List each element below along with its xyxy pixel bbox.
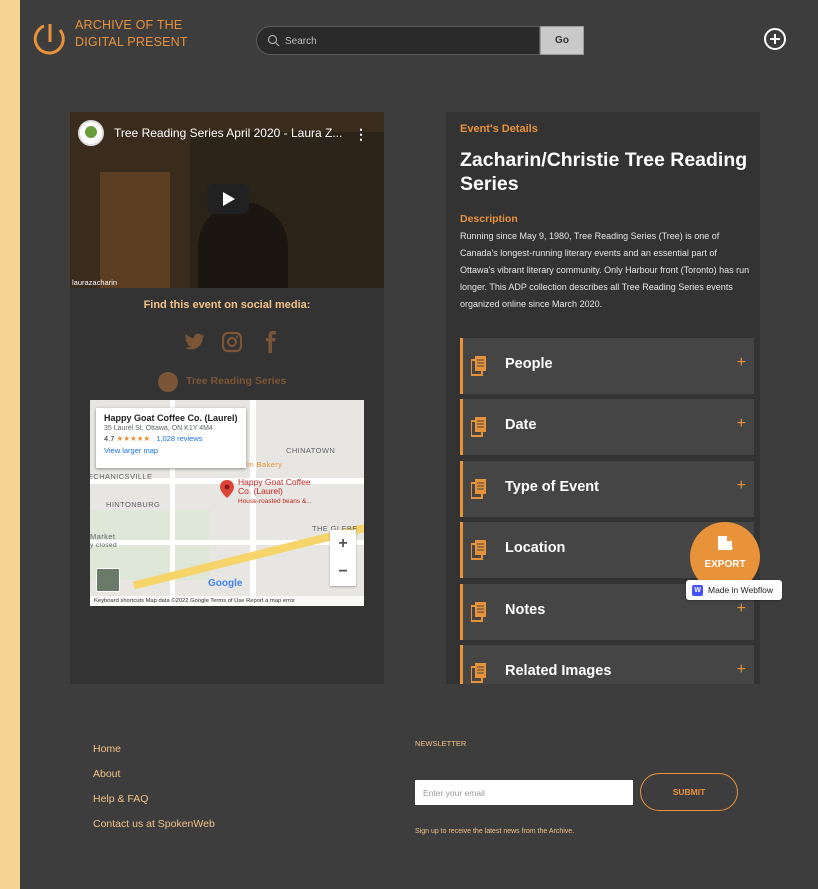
map-pin-label-line-2: Co. (Laurel) (238, 486, 283, 496)
site-logo[interactable]: ARCHIVE OF THE DIGITAL PRESENT (30, 14, 200, 58)
footer-link-contact[interactable]: Contact us at SpokenWeb (93, 818, 215, 830)
export-file-icon (718, 536, 734, 551)
map-label-closed: y closed (90, 542, 118, 549)
video-username: laurazacharin (72, 278, 118, 287)
copy-icon (471, 417, 486, 437)
go-button[interactable]: Go (540, 26, 584, 55)
organizer-name: Tree Reading Series (186, 375, 287, 387)
zoom-in-button[interactable]: + (330, 530, 356, 558)
accordion-label: People (505, 356, 553, 372)
logo-text: ARCHIVE OF THE DIGITAL PRESENT (75, 17, 188, 51)
accordion-people[interactable]: People + (460, 338, 754, 394)
copy-icon (471, 356, 486, 376)
video-title[interactable]: Tree Reading Series April 2020 - Laura Z… (114, 126, 342, 140)
search-bar: Go (256, 26, 584, 55)
made-in-webflow-badge[interactable]: W Made in Webflow (686, 580, 782, 600)
logo-mark-icon (33, 24, 65, 55)
footer-link-help-faq[interactable]: Help & FAQ (93, 793, 148, 805)
plus-circle-icon[interactable] (764, 28, 786, 50)
map-view-larger-link[interactable]: View larger map (104, 446, 238, 455)
copy-icon (471, 479, 486, 499)
footer-link-home[interactable]: Home (93, 743, 121, 755)
search-icon (267, 34, 280, 47)
instagram-icon[interactable] (220, 330, 244, 354)
map-info-card: Happy Goat Coffee Co. (Laurel) 35 Laurel… (96, 408, 246, 468)
webflow-logo-icon: W (692, 585, 703, 596)
accordion-label: Type of Event (505, 479, 599, 495)
accordion-type-of-event[interactable]: Type of Event + (460, 461, 754, 517)
video-player[interactable]: Tree Reading Series April 2020 - Laura Z… (70, 112, 384, 288)
accordion-label: Date (505, 417, 537, 433)
video-menu-icon[interactable]: ⋮ (354, 126, 368, 143)
map-reviews-link[interactable]: 1,028 reviews (156, 434, 202, 443)
expand-plus-icon[interactable]: + (737, 600, 746, 618)
accordion-label: Related Images (505, 663, 612, 679)
expand-plus-icon[interactable]: + (737, 477, 746, 495)
media-panel: Tree Reading Series April 2020 - Laura Z… (70, 112, 384, 684)
map-label-hintonburg: HINTONBURG (106, 500, 161, 509)
video-bookshelf (100, 172, 170, 288)
map-label-bakery: s-In Bakery (240, 460, 283, 469)
description-label: Description (460, 213, 518, 225)
zoom-out-button[interactable]: − (330, 558, 356, 586)
map-pin-subtitle: House-roasted beans &... (238, 498, 312, 505)
map-rating-stars: ★★★★★ (116, 434, 151, 443)
channel-avatar[interactable] (78, 120, 104, 146)
map-label-mechanicsville: ECHANICSVILLE (90, 472, 153, 481)
logo-line-1: ARCHIVE OF THE (75, 18, 183, 32)
expand-plus-icon[interactable]: + (737, 354, 746, 372)
logo-line-2: DIGITAL PRESENT (75, 35, 188, 49)
organizer-icon (158, 372, 178, 392)
organizer-link[interactable]: Tree Reading Series (158, 370, 318, 392)
expand-plus-icon[interactable]: + (737, 661, 746, 679)
location-map[interactable]: CHINATOWN ECHANICSVILLE HINTONBURG THE G… (90, 400, 364, 606)
event-title: Zacharin/Christie Tree Reading Series (460, 149, 748, 195)
page: ARCHIVE OF THE DIGITAL PRESENT Go Tree R… (20, 0, 818, 889)
copy-icon (471, 602, 486, 622)
copy-icon (471, 663, 486, 683)
google-logo: Google (208, 578, 243, 589)
map-zoom-control: + − (330, 530, 356, 586)
video-person (198, 202, 288, 288)
play-button[interactable] (207, 184, 249, 214)
accordion-label: Notes (505, 602, 546, 618)
export-label: EXPORT (704, 559, 746, 570)
copy-icon (471, 540, 486, 560)
expand-plus-icon[interactable]: + (737, 415, 746, 433)
footer-link-about[interactable]: About (93, 768, 120, 780)
map-footer[interactable]: Keyboard shortcuts Map data ©2022 Google… (90, 596, 364, 606)
accordion-label: Location (505, 540, 566, 556)
accordion-date[interactable]: Date + (460, 399, 754, 455)
newsletter-email-input[interactable] (415, 780, 633, 805)
webflow-label: Made in Webflow (708, 585, 774, 595)
twitter-icon[interactable] (182, 330, 206, 354)
social-icons (182, 330, 282, 356)
map-label-chinatown: CHINATOWN (286, 446, 336, 455)
map-satellite-toggle[interactable] (96, 568, 120, 592)
newsletter-submit-button[interactable]: SUBMIT (640, 773, 738, 811)
map-place-address: 35 Laurel St, Ottawa, ON K1Y 4M4 (104, 425, 213, 432)
newsletter-note: Sign up to receive the latest news from … (415, 828, 575, 835)
map-label-market: Market (90, 532, 116, 541)
facebook-icon[interactable] (258, 330, 282, 354)
search-box (256, 26, 540, 55)
search-input[interactable] (285, 32, 535, 50)
map-rating-value: 4.7 (104, 434, 115, 443)
map-place-name: Happy Goat Coffee Co. (Laurel) (104, 413, 238, 423)
map-pin-icon[interactable] (220, 480, 234, 498)
newsletter-heading: NEWSLETTER (415, 739, 467, 748)
accordion-related-images[interactable]: Related Images + (460, 645, 754, 684)
map-pin-label: Happy Goat Coffee Co. (Laurel) (238, 478, 311, 496)
event-details-label: Event's Details (460, 123, 538, 135)
social-heading: Find this event on social media: (143, 299, 311, 311)
map-place-rating: 4.7 ★★★★★ 1,028 reviews (104, 434, 238, 443)
description-text: Running since May 9, 1980, Tree Reading … (460, 231, 750, 309)
